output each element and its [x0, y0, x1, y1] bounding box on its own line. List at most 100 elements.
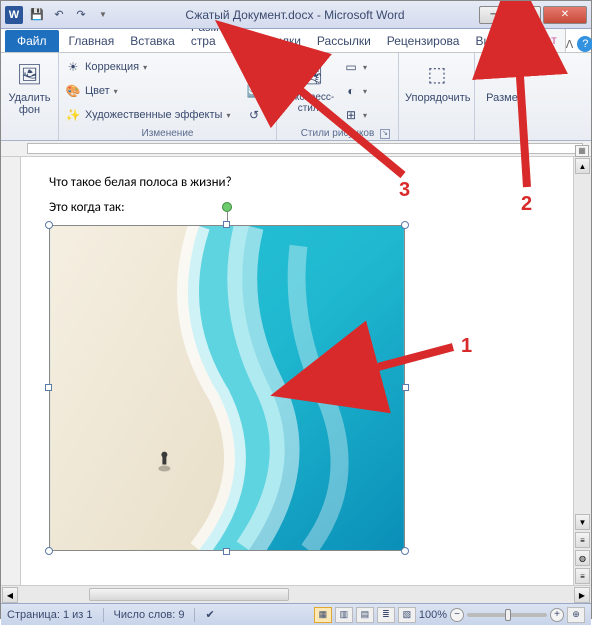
reset-icon: ↺ [246, 107, 262, 123]
resize-handle-tl[interactable] [45, 221, 53, 229]
hscroll-thumb[interactable] [89, 588, 289, 601]
view-full-screen[interactable]: ▥ [335, 607, 353, 623]
horizontal-scrollbar[interactable]: ◀ ▶ [1, 585, 591, 603]
remove-bg-label: Удалить фон [7, 92, 52, 116]
resize-handle-bl[interactable] [45, 547, 53, 555]
styles-dialog-launcher[interactable]: ↘ [380, 129, 390, 139]
resize-handle-t[interactable] [223, 221, 230, 228]
view-print-layout[interactable]: ▦ [314, 607, 332, 623]
statusbar: Страница: 1 из 1 Число слов: 9 ✔ ▦ ▥ ▤ ≣… [1, 603, 591, 625]
resize-handle-l[interactable] [45, 384, 52, 391]
body-text-1[interactable]: Что такое белая полоса в жизни? [49, 175, 545, 190]
tab-home[interactable]: Главная [61, 30, 123, 52]
word-app-icon: W [5, 6, 23, 24]
selected-image[interactable] [49, 225, 405, 551]
compress-icon: ⇲ [246, 59, 262, 75]
color-label: Цвет [85, 85, 110, 97]
ruler-toggle-icon[interactable]: ▦ [575, 145, 589, 157]
tab-mailings[interactable]: Рассылки [309, 30, 379, 52]
remove-bg-icon: 🖼 [14, 58, 46, 90]
picture-border-button[interactable]: ▭▾ [343, 56, 367, 78]
artistic-effects-button[interactable]: ✨ Художественные эффекты ▾ [65, 104, 242, 126]
close-button[interactable]: ✕ [543, 6, 587, 24]
resize-handle-r[interactable] [402, 384, 409, 391]
scroll-down-button[interactable]: ▼ [575, 514, 590, 530]
tab-file[interactable]: Файл [5, 30, 59, 52]
rotate-handle[interactable] [222, 202, 232, 212]
ruler-vertical[interactable] [1, 157, 21, 585]
minimize-button[interactable]: ─ [479, 6, 509, 24]
tab-references[interactable]: Ссылки [251, 30, 309, 52]
maximize-button[interactable]: ☐ [511, 6, 541, 24]
group-size: ✂ Разме [475, 53, 591, 140]
next-page-button[interactable]: ≡ [575, 568, 590, 584]
tab-format[interactable]: Формат [505, 28, 566, 52]
vertical-scrollbar[interactable]: ▲ ▼ ≡ ◍ ≡ [573, 157, 591, 585]
document-area: Что такое белая полоса в жизни? Это когд… [1, 157, 591, 585]
tab-review[interactable]: Рецензирова [379, 30, 468, 52]
effects-icon: ✨ [65, 107, 81, 123]
qat-customize-icon[interactable]: ▼ [93, 5, 113, 25]
zoom-fit-button[interactable]: ⊕ [567, 607, 585, 623]
tab-view[interactable]: Вид [467, 30, 505, 52]
tab-insert[interactable]: Вставка [122, 30, 183, 52]
ruler-horizontal[interactable] [1, 141, 591, 157]
pic-layout-icon: ⊞ [343, 107, 359, 123]
group-remove-bg: 🖼 Удалить фон [1, 53, 59, 140]
scroll-right-button[interactable]: ▶ [574, 587, 590, 603]
resize-handle-b[interactable] [223, 548, 230, 555]
express-styles-label: Экспресс-стили [283, 92, 339, 114]
group-styles-label: Стили рисунков↘ [283, 126, 392, 141]
color-button[interactable]: 🎨 Цвет ▾ [65, 80, 242, 102]
group-picture-styles: 🏞 Экспресс-стили ▭▾ ◐▾ ⊞▾ Стили рисунков… [277, 53, 399, 140]
annotation-2: 2 [521, 193, 532, 216]
arrange-button[interactable]: ⬚ Упорядочить [405, 56, 469, 104]
document-scroll[interactable]: Что такое белая полоса в жизни? Это когд… [21, 157, 573, 585]
reset-picture-button[interactable]: ↺▾ [246, 104, 270, 126]
proofing-icon[interactable]: ✔ [205, 608, 214, 621]
arrange-label: Упорядочить [405, 92, 469, 104]
remove-background-button[interactable]: 🖼 Удалить фон [7, 56, 52, 116]
picture-effects-button[interactable]: ◐▾ [343, 80, 367, 102]
view-outline[interactable]: ≣ [377, 607, 395, 623]
scroll-left-button[interactable]: ◀ [2, 587, 18, 603]
pic-effects-icon: ◐ [343, 83, 359, 99]
window-controls: ─ ☐ ✕ [477, 6, 587, 24]
titlebar: W 💾 ↶ ↷ ▼ Сжатый Документ.docx - Microso… [1, 1, 591, 29]
undo-icon[interactable]: ↶ [49, 5, 69, 25]
hscroll-track[interactable] [19, 587, 573, 602]
zoom-slider[interactable] [467, 613, 547, 617]
size-label: Разме [481, 92, 523, 104]
scroll-up-button[interactable]: ▲ [575, 158, 590, 174]
browse-object-button[interactable]: ◍ [575, 550, 590, 566]
redo-icon[interactable]: ↷ [71, 5, 91, 25]
resize-handle-tr[interactable] [401, 221, 409, 229]
collapse-ribbon-icon[interactable]: ᐱ [566, 38, 574, 51]
help-icon[interactable]: ? [577, 36, 592, 52]
view-draft[interactable]: ▧ [398, 607, 416, 623]
correction-label: Коррекция [85, 61, 139, 73]
picture-layout-button[interactable]: ⊞▾ [343, 104, 367, 126]
group-change-label: Изменение [65, 126, 270, 141]
prev-page-button[interactable]: ≡ [575, 532, 590, 548]
border-icon: ▭ [343, 59, 359, 75]
window-title: Сжатый Документ.docx - Microsoft Word [113, 8, 477, 22]
size-button[interactable]: ✂ Разме [481, 56, 523, 104]
ribbon: 🖼 Удалить фон ☀ Коррекция ▾ 🎨 Цвет ▾ ✨ [1, 53, 591, 141]
color-icon: 🎨 [65, 83, 81, 99]
arrange-icon: ⬚ [421, 58, 453, 90]
zoom-out-button[interactable]: − [450, 608, 464, 622]
zoom-in-button[interactable]: + [550, 608, 564, 622]
page: Что такое белая полоса в жизни? Это когд… [21, 157, 573, 569]
resize-handle-br[interactable] [401, 547, 409, 555]
scroll-track[interactable] [574, 175, 591, 513]
express-styles-button[interactable]: 🏞 Экспресс-стили [283, 56, 339, 114]
annotation-1: 1 [461, 335, 472, 358]
change-picture-button[interactable]: 🔄 [246, 80, 270, 102]
body-text-2[interactable]: Это когда так: [49, 200, 545, 215]
view-web-layout[interactable]: ▤ [356, 607, 374, 623]
correction-button[interactable]: ☀ Коррекция ▾ [65, 56, 242, 78]
group-change: ☀ Коррекция ▾ 🎨 Цвет ▾ ✨ Художественные … [59, 53, 277, 140]
compress-pictures-button[interactable]: ⇲ [246, 56, 270, 78]
save-icon[interactable]: 💾 [27, 5, 47, 25]
